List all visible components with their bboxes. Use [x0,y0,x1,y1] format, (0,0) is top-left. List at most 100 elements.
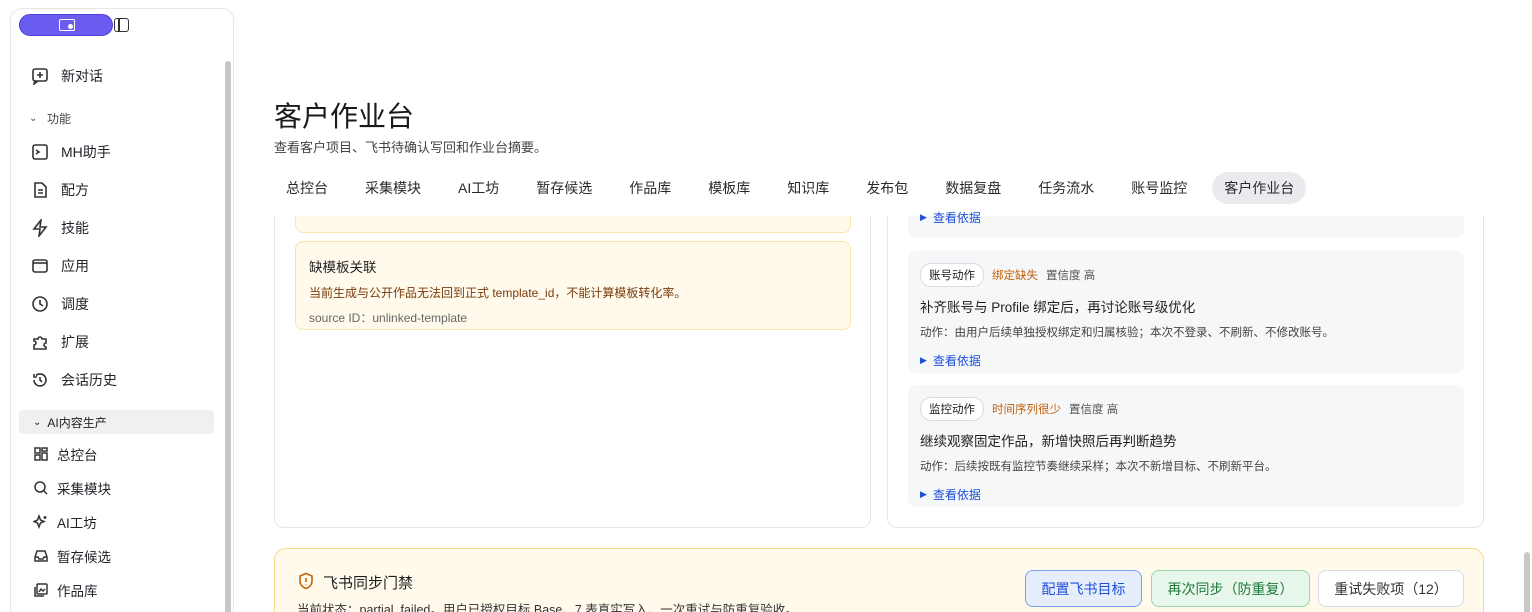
main-scrollbar[interactable] [1524,552,1530,612]
lightning-icon [31,217,49,239]
confidence-label: 置信度 高 [1069,404,1119,416]
action-card-partial: ▶ 查看依据 [908,211,1464,238]
document-icon [31,181,49,199]
gate-title: 飞书同步门禁 [323,575,414,592]
tab-staging[interactable]: 暂存候选 [524,172,604,204]
action-title: 继续观察固定作品，新增快照后再判断趋势 [920,434,1177,449]
tab-gallery[interactable]: 作品库 [617,172,683,204]
sidebar: 新对话 ⌄ 功能 MH助手 配方 技能 应用 调度 扩展 会话历史 ⌄ AI内容… [10,8,234,612]
sidebar-item-schedule[interactable]: 调度 [31,289,89,319]
tab-publish[interactable]: 发布包 [854,172,920,204]
terminal-icon [31,143,49,161]
sidebar-item-label: 应用 [61,258,89,274]
action-tag: 时间序列很少 [992,404,1061,416]
tab-task-flow[interactable]: 任务流水 [1026,172,1106,204]
workspace-switch-button[interactable] [19,14,113,36]
evidence-toggle[interactable]: ▶ 查看依据 [920,352,1452,369]
clock-icon [31,295,49,313]
new-chat-icon [31,67,49,87]
feishu-sync-gate: 飞书同步门禁 当前状态：partial_failed。用户已授权目标 Base、… [274,548,1484,612]
sidebar-item-label: 调度 [61,296,89,312]
sidebar-item-skills[interactable]: 技能 [31,213,89,243]
action-card: 账号动作 绑定缺失 置信度 高 补齐账号与 Profile 绑定后，再讨论账号级… [908,251,1464,373]
sidebar-item-label: 技能 [61,220,89,236]
tab-ai-workshop[interactable]: AI工坊 [446,172,511,204]
sidebar-item-label: 作品库 [57,584,98,599]
action-title: 补齐账号与 Profile 绑定后，再讨论账号级优化 [920,300,1196,315]
gate-status: 当前状态：partial_failed。用户已授权目标 Base、7 表真实写入… [297,603,798,612]
sidebar-sub-dashboard[interactable]: 总控台 [33,442,98,466]
gallery-icon [33,582,49,598]
tab-account-monitor[interactable]: 账号监控 [1119,172,1199,204]
evidence-label: 查看依据 [932,211,981,225]
sidebar-item-label: 采集模块 [57,482,111,497]
sidebar-sub-gallery[interactable]: 作品库 [33,578,98,602]
sidebar-scrollbar[interactable] [225,61,231,612]
action-tag: 绑定缺失 [992,270,1038,282]
action-card: 监控动作 时间序列很少 置信度 高 继续观察固定作品，新增快照后再判断趋势 动作… [908,385,1464,507]
sidebar-sub-staging[interactable]: 暂存候选 [33,544,111,568]
sidebar-item-apps[interactable]: 应用 [31,251,89,281]
sidebar-item-label: 扩展 [61,334,89,350]
evidence-toggle[interactable]: ▶ 查看依据 [920,486,1452,503]
warning-card-partial [295,216,851,233]
history-icon [31,371,49,389]
tab-client-workbench[interactable]: 客户作业台 [1212,172,1307,204]
sidebar-item-label: 配方 [61,182,89,198]
chevron-down-icon: ⌄ [33,416,42,428]
app-window: 新对话 ⌄ 功能 MH助手 配方 技能 应用 调度 扩展 会话历史 ⌄ AI内容… [0,0,1532,612]
warning-source: source ID：unlinked-template [309,311,468,325]
search-icon [33,480,49,496]
sidebar-item-label: MH助手 [61,144,111,160]
evidence-label: 查看依据 [932,354,981,368]
sidebar-item-extensions[interactable]: 扩展 [31,327,89,357]
evidence-toggle[interactable]: ▶ 查看依据 [908,209,1464,226]
window-icon [31,257,49,275]
sidebar-item-mh-assistant[interactable]: MH助手 [31,137,111,167]
configure-feishu-target-button[interactable]: 配置飞书目标 [1025,570,1142,607]
tab-collect[interactable]: 采集模块 [353,172,433,204]
tab-templates[interactable]: 模板库 [696,172,762,204]
sidebar-item-recipe[interactable]: 配方 [31,175,89,205]
section-features[interactable]: ⌄ 功能 [29,110,71,127]
chevron-down-icon: ⌄ [29,113,38,124]
right-panel: ▶ 查看依据 账号动作 绑定缺失 置信度 高 补齐账号与 Profile 绑定后… [887,211,1484,528]
tab-dashboard[interactable]: 总控台 [274,172,340,204]
action-desc: 动作：后续按既有监控节奏继续采样；本次不新增目标、不刷新平台。 [920,461,1277,473]
confidence-label: 置信度 高 [1046,270,1096,282]
inbox-icon [33,548,49,564]
sidebar-item-label: AI工坊 [57,516,97,531]
action-type-chip: 监控动作 [920,397,984,421]
sparkle-icon [32,513,49,530]
new-chat-button[interactable]: 新对话 [31,61,103,91]
sidebar-top [19,13,219,41]
page-subtitle: 查看客户项目、飞书待确认写回和作业台摘要。 [274,140,548,155]
left-panel: 缺模板关联 当前生成与公开作品无法回到正式 template_id，不能计算模板… [274,216,871,528]
section-ai-content-label: AI内容生产 [47,415,107,430]
user-card-icon [59,19,75,31]
retry-failed-button[interactable]: 重试失败项（12） [1318,570,1464,607]
tab-data-review[interactable]: 数据复盘 [933,172,1013,204]
sidebar-item-label: 暂存候选 [57,550,111,565]
page-title: 客户作业台 [274,101,415,132]
tab-bar: 总控台 采集模块 AI工坊 暂存候选 作品库 模板库 知识库 发布包 数据复盘 … [274,172,1319,204]
action-desc: 动作：由用户后续单独授权绑定和归属核验；本次不登录、不刷新、不修改账号。 [920,327,1334,339]
triangle-right-icon: ▶ [920,355,927,365]
triangle-right-icon: ▶ [920,212,927,222]
sidebar-item-history[interactable]: 会话历史 [31,365,117,395]
evidence-label: 查看依据 [932,488,981,502]
warning-title: 缺模板关联 [309,260,377,275]
sidebar-sub-ai-workshop[interactable]: AI工坊 [32,510,97,534]
warning-desc: 当前生成与公开作品无法回到正式 template_id，不能计算模板转化率。 [309,286,687,300]
grid-icon [33,446,49,462]
resync-button[interactable]: 再次同步（防重复） [1151,570,1310,607]
tab-knowledge[interactable]: 知识库 [775,172,841,204]
puzzle-icon [31,333,49,351]
triangle-right-icon: ▶ [920,489,927,499]
action-type-chip: 账号动作 [920,263,984,287]
sidebar-sub-collect[interactable]: 采集模块 [33,476,111,500]
sidebar-toggle-icon[interactable] [114,18,129,32]
section-ai-content[interactable]: ⌄ AI内容生产 [19,410,214,434]
sidebar-item-label: 会话历史 [61,372,117,388]
new-chat-label: 新对话 [61,68,103,84]
